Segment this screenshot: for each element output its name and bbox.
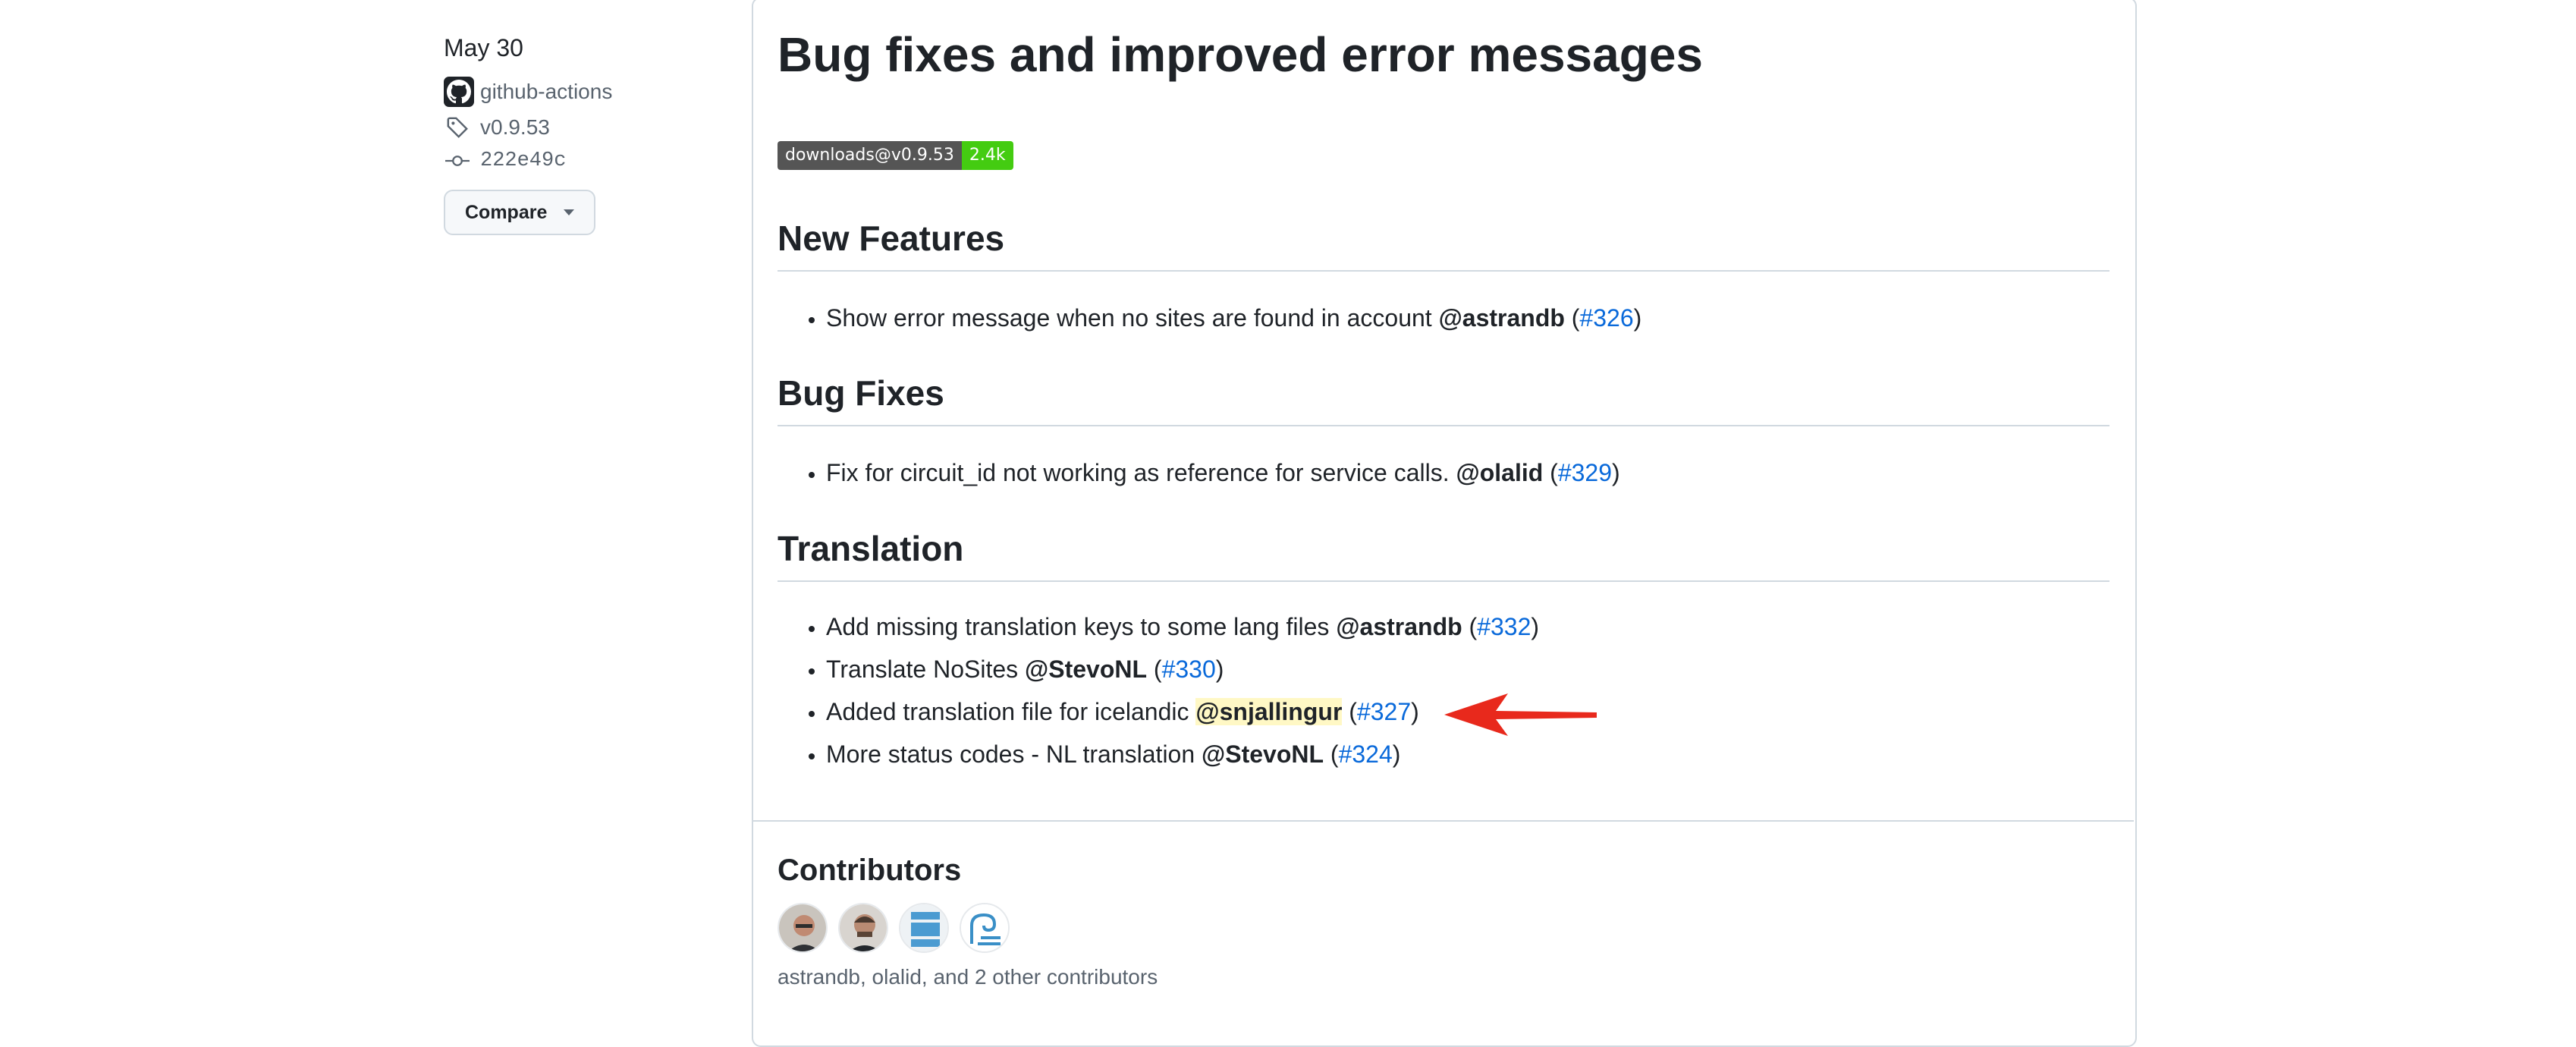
issue-link[interactable]: #332 — [1477, 613, 1531, 640]
card-divider — [752, 820, 2134, 822]
compare-button[interactable]: Compare — [444, 190, 596, 235]
list-item: Translate NoSites @StevoNL (#330) — [826, 648, 2100, 690]
list-item: More status codes - NL translation @Stev… — [826, 733, 2100, 775]
new-features-list: Show error message when no sites are fou… — [778, 297, 2100, 339]
contributor-avatar[interactable] — [778, 903, 828, 953]
release-date: May 30 — [444, 34, 523, 61]
release-title[interactable]: Bug fixes and improved error messages — [778, 24, 1703, 85]
release-tag[interactable]: v0.9.53 — [444, 111, 747, 144]
user-mention[interactable]: @StevoNL — [1025, 656, 1147, 683]
user-mention[interactable]: @astrandb — [1336, 613, 1462, 640]
compare-button-label: Compare — [465, 201, 548, 223]
bug-fixes-list: Fix for circuit_id not working as refere… — [778, 451, 2100, 494]
caret-down-icon — [564, 209, 575, 215]
github-logo-icon — [444, 77, 474, 107]
translation-list: Add missing translation keys to some lan… — [778, 605, 2100, 775]
issue-link[interactable]: #330 — [1162, 656, 1216, 683]
release-sidebar: May 30 github-actions v0.9.53 222e49c Co… — [444, 29, 747, 235]
section-heading-new-features: New Features — [778, 215, 2109, 272]
contributor-avatar[interactable] — [899, 903, 949, 953]
contributors-summary: astrandb, olalid, and 2 other contributo… — [778, 965, 1158, 989]
section-heading-bug-fixes: Bug Fixes — [778, 370, 2109, 426]
user-mention-highlighted[interactable]: @snjallingur — [1195, 698, 1343, 725]
author-name[interactable]: github-actions — [480, 80, 612, 104]
downloads-badge: downloads@v0.9.53 2.4k — [778, 141, 1013, 170]
commit-sha[interactable]: 222e49c — [480, 149, 566, 172]
issue-link[interactable]: #329 — [1558, 459, 1612, 486]
user-mention[interactable]: @StevoNL — [1202, 740, 1324, 768]
contributor-avatar[interactable] — [838, 903, 888, 953]
badge-value: 2.4k — [961, 141, 1013, 170]
user-mention[interactable]: @astrandb — [1439, 304, 1565, 332]
red-arrow-annotation — [1444, 693, 1597, 736]
list-item: Fix for circuit_id not working as refere… — [826, 451, 2100, 494]
git-commit-icon — [444, 153, 471, 168]
user-mention[interactable]: @olalid — [1456, 459, 1544, 486]
contributor-avatar[interactable] — [960, 903, 1010, 953]
tag-icon — [444, 116, 471, 139]
issue-link[interactable]: #326 — [1579, 304, 1633, 332]
list-item: Add missing translation keys to some lan… — [826, 605, 2100, 648]
badge-label: downloads@v0.9.53 — [778, 141, 962, 170]
issue-link[interactable]: #327 — [1357, 698, 1411, 725]
section-heading-translation: Translation — [778, 526, 2109, 582]
issue-link[interactable]: #324 — [1339, 740, 1393, 768]
contributor-avatars — [778, 903, 1010, 953]
release-commit[interactable]: 222e49c — [444, 144, 747, 178]
list-item: Show error message when no sites are fou… — [826, 297, 2100, 339]
release-author[interactable]: github-actions — [444, 73, 747, 111]
contributors-title: Contributors — [778, 854, 962, 887]
tag-name[interactable]: v0.9.53 — [480, 115, 550, 140]
